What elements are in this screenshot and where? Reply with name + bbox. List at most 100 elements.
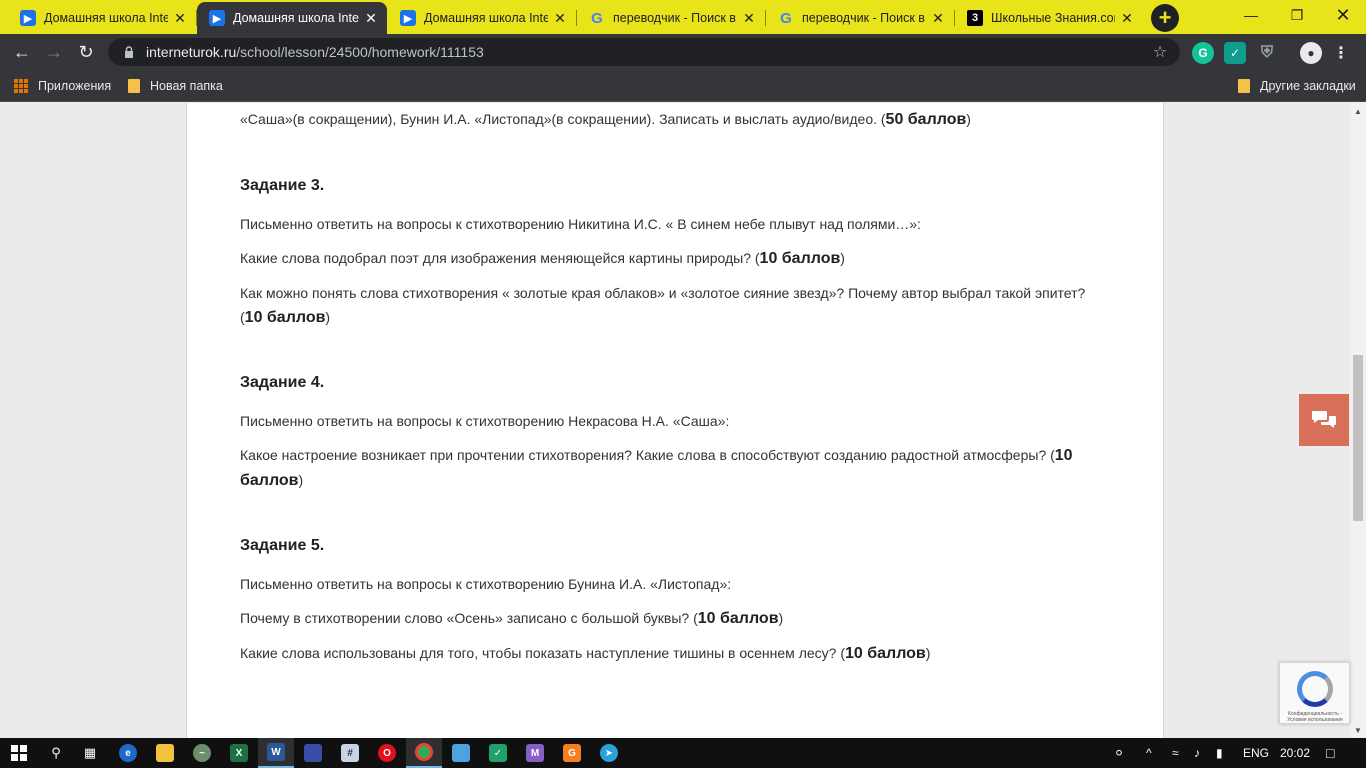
task5-lead: Письменно ответить на вопросы к стихотво… (240, 576, 732, 592)
tab-strip: ▶ Домашняя школа InternetUrok ✕ ▶ Домашн… (0, 0, 1366, 34)
media-app-icon[interactable]: ~ (184, 738, 220, 768)
bookmark-star-icon[interactable]: ☆ (1148, 42, 1172, 62)
address-bar[interactable]: interneturok.ru/school/lesson/24500/home… (108, 38, 1180, 66)
tab-title: Домашняя школа InternetUrok (233, 11, 359, 25)
apps-grid-icon (14, 79, 28, 93)
recaptcha-badge[interactable]: Конфиденциальность - Условия использован… (1279, 662, 1350, 724)
extension-icon[interactable]: ✓ (1224, 42, 1246, 64)
edge-icon[interactable]: e (110, 738, 146, 768)
menu-kebab-icon[interactable]: ⋮ (1330, 42, 1352, 64)
forward-button[interactable]: → (40, 38, 68, 66)
back-button[interactable]: ← (8, 38, 36, 66)
search-icon[interactable]: ⚲ (38, 738, 74, 768)
close-icon[interactable]: ✕ (741, 10, 757, 26)
task5-heading: Задание 5. (240, 537, 325, 554)
browser-tab-active[interactable]: ▶ Домашняя школа InternetUrok ✕ (197, 2, 387, 34)
tab-title: Домашняя школа InternetUrok (44, 11, 168, 25)
grammarly-icon[interactable]: G (1192, 42, 1214, 64)
people-icon[interactable]: ⚪ (1114, 738, 1124, 768)
close-icon[interactable]: ✕ (172, 10, 188, 26)
play-icon: ▶ (20, 10, 36, 26)
notifications-icon[interactable]: □ (1326, 738, 1334, 768)
windows-taskbar: ⚲ ▦ e ~ X W # O ✓ M G ➤ ⚪ ^ ≈ ♪ ▮ ENG 20… (0, 738, 1366, 768)
play-icon: ▶ (209, 10, 225, 26)
play-icon: ▶ (400, 10, 416, 26)
scroll-up-arrow-icon[interactable]: ▲ (1350, 103, 1366, 119)
close-icon[interactable]: ✕ (363, 10, 379, 26)
task4-lead: Письменно ответить на вопросы к стихотво… (240, 413, 730, 429)
word-icon[interactable]: W (258, 738, 294, 768)
tab-title: переводчик - Поиск в Google (613, 11, 737, 25)
bookmark-apps[interactable]: Приложения (14, 77, 111, 95)
explorer-icon[interactable] (147, 738, 183, 768)
browser-tab[interactable]: ▶ Домашняя школа InternetUrok ✕ (8, 2, 197, 34)
extension-app-icon[interactable]: G (554, 738, 590, 768)
bookmark-folder[interactable]: Новая папка (128, 77, 223, 95)
task5-question-2: Какие слова использованы для того, чтобы… (240, 645, 931, 662)
folder-icon (1238, 79, 1250, 93)
reload-button[interactable]: ↻ (72, 38, 100, 66)
url-text[interactable]: interneturok.ru/school/lesson/24500/home… (146, 44, 1148, 60)
browser-tab[interactable]: G переводчик - Поиск в Google ✕ (577, 2, 766, 34)
visual-studio-icon[interactable]: M (517, 738, 553, 768)
clock[interactable]: 20:02 (1280, 738, 1310, 768)
bookmark-label: Приложения (38, 79, 112, 93)
calculator-icon[interactable]: # (332, 738, 368, 768)
task3-lead: Письменно ответить на вопросы к стихотво… (240, 216, 921, 232)
chat-button[interactable] (1299, 394, 1349, 446)
close-window-button[interactable]: ✕ (1320, 0, 1366, 30)
close-icon[interactable]: ✕ (1119, 10, 1135, 26)
profile-avatar-icon[interactable]: ● (1300, 42, 1322, 64)
browser-toolbar: ← → ↻ interneturok.ru/school/lesson/2450… (0, 34, 1366, 70)
close-icon[interactable]: ✕ (552, 10, 568, 26)
bookmark-label: Другие закладки (1260, 79, 1356, 93)
intro-paragraph: «Саша»(в сокращении), Бунин И.А. «Листоп… (240, 111, 971, 128)
znanija-icon: 3 (967, 10, 983, 26)
chrome-icon[interactable] (406, 738, 442, 768)
network-icon[interactable]: ≈ (1172, 738, 1179, 768)
bookmark-label: Новая папка (150, 79, 223, 93)
tab-title: Домашняя школа InternetUrok (424, 11, 548, 25)
floppy-app-icon[interactable] (295, 738, 331, 768)
folder-icon (128, 79, 140, 93)
telegram-icon[interactable]: ➤ (591, 738, 627, 768)
excel-icon[interactable]: X (221, 738, 257, 768)
browser-tab[interactable]: ▶ Домашняя школа InternetUrok ✕ (388, 2, 577, 34)
google-icon: G (591, 9, 603, 27)
scrollbar-thumb[interactable] (1353, 355, 1363, 521)
task3-question-1: Какие слова подобрал поэт для изображени… (240, 250, 845, 267)
close-icon[interactable]: ✕ (930, 10, 946, 26)
task4-heading: Задание 4. (240, 374, 325, 391)
other-bookmarks[interactable]: Другие закладки (1238, 77, 1356, 95)
shield-extension-icon[interactable]: ⛨ (1256, 42, 1278, 64)
lock-icon[interactable] (122, 45, 136, 59)
scroll-down-arrow-icon[interactable]: ▼ (1350, 722, 1366, 738)
browser-tab[interactable]: G переводчик - Поиск в Google ✕ (766, 2, 955, 34)
battery-icon[interactable]: ▮ (1216, 738, 1223, 768)
task5-question-1: Почему в стихотворении слово «Осень» зап… (240, 610, 784, 627)
recaptcha-text: Конфиденциальность - Условия использован… (1287, 711, 1343, 723)
browser-tab[interactable]: 3 Школьные Знания.com ✕ (955, 2, 1143, 34)
chevron-up-icon[interactable]: ^ (1146, 738, 1152, 768)
shield-icon[interactable]: ✓ (480, 738, 516, 768)
new-tab-button[interactable]: + (1151, 4, 1179, 32)
restore-button[interactable]: ❐ (1274, 0, 1320, 30)
bookmarks-bar: Приложения Новая папка Другие закладки (0, 70, 1366, 102)
app-icon[interactable] (443, 738, 479, 768)
minimize-button[interactable]: — (1228, 0, 1274, 30)
start-button[interactable] (0, 738, 38, 768)
volume-icon[interactable]: ♪ (1194, 738, 1200, 768)
task3-heading: Задание 3. (240, 177, 325, 194)
language-indicator[interactable]: ENG (1243, 738, 1269, 768)
tab-title: Школьные Знания.com (991, 11, 1115, 25)
page-scrollbar[interactable]: ▲ ▼ (1350, 103, 1366, 738)
opera-icon[interactable]: O (369, 738, 405, 768)
page-viewport: «Саша»(в сокращении), Бунин И.А. «Листоп… (0, 103, 1350, 738)
task3-question-2: Как можно понять слова стихотворения « з… (240, 285, 1086, 326)
windows-logo-icon (11, 745, 27, 761)
homework-card: «Саша»(в сокращении), Бунин И.А. «Листоп… (186, 103, 1164, 738)
google-icon: G (780, 9, 792, 27)
task4-question-1: Какое настроение возникает при прочтении… (240, 447, 1073, 489)
task-view-icon[interactable]: ▦ (72, 738, 108, 768)
chat-bubbles-icon (1312, 411, 1336, 428)
